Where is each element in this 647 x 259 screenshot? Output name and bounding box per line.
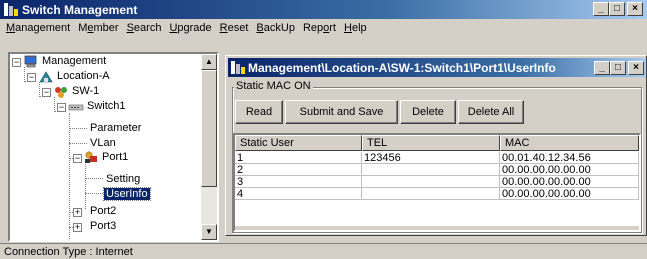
location-icon	[39, 71, 53, 83]
tree-item-switch1[interactable]: Switch1	[85, 99, 128, 114]
tree-connector	[39, 82, 40, 97]
switch-device-icon	[68, 104, 84, 111]
delete-button[interactable]: Delete	[400, 100, 456, 124]
tree-item-userinfo[interactable]: UserInfo	[103, 187, 151, 202]
main-window: Switch Management _ □ × Management Member…	[0, 0, 647, 259]
device-tree[interactable]: − Management − Location-A − SW-1 − Switc…	[8, 52, 219, 242]
tree-item-location-a[interactable]: Location-A	[55, 69, 112, 84]
tree-connector	[69, 128, 87, 129]
close-icon: ×	[633, 62, 639, 73]
computer-icon	[24, 55, 37, 68]
table-scrollbar[interactable]	[235, 225, 639, 230]
tree-item-sw-1[interactable]: SW-1	[70, 84, 101, 99]
cell-static-user[interactable]: 4	[235, 188, 362, 200]
cell-mac[interactable]: 00.00.00.00.00.00	[500, 188, 639, 200]
expand-toggle[interactable]: +	[73, 223, 82, 232]
menu-report[interactable]: Report	[299, 20, 340, 37]
scroll-up-button[interactable]: ▲	[201, 54, 217, 70]
cell-static-user[interactable]: 2	[235, 164, 362, 176]
minimize-button[interactable]: _	[593, 2, 609, 16]
title-bar[interactable]: Switch Management _ □ ×	[0, 0, 647, 19]
cell-mac[interactable]: 00.00.00.00.00.00	[500, 176, 639, 188]
userinfo-window: Management\Location-A\SW-1:Switch1\Port1…	[225, 55, 647, 236]
menu-bar: Management Member Search Upgrade Reset BackUp…	[0, 19, 647, 38]
read-button[interactable]: Read	[235, 100, 283, 124]
cell-mac[interactable]: 00.00.00.00.00.00	[500, 164, 639, 176]
tree-content: − Management − Location-A − SW-1 − Switc…	[10, 54, 202, 240]
column-header-static-user[interactable]: Static User	[235, 135, 362, 151]
column-header-mac[interactable]: MAC	[500, 135, 639, 151]
cell-mac[interactable]: 00.01.40.12.34.56	[500, 152, 639, 164]
tree-connector	[85, 178, 103, 179]
expand-toggle[interactable]: +	[73, 208, 82, 217]
cell-tel[interactable]	[362, 176, 500, 188]
tree-scrollbar[interactable]: ▲ ▼	[201, 54, 217, 240]
delete-all-button[interactable]: Delete All	[458, 100, 524, 124]
arrow-up-icon: ▲	[205, 57, 213, 66]
cell-tel[interactable]	[362, 164, 500, 176]
tree-connector	[69, 113, 70, 239]
window-title: Switch Management	[22, 3, 138, 17]
connection-type-text: Connection Type : Internet	[4, 246, 133, 258]
tree-connector	[85, 193, 103, 194]
child-maximize-button[interactable]: □	[610, 61, 626, 75]
scroll-thumb[interactable]	[201, 70, 217, 187]
menu-reset[interactable]: Reset	[216, 20, 253, 37]
menu-search[interactable]: Search	[123, 20, 166, 37]
maximize-icon: □	[613, 3, 621, 14]
cell-tel[interactable]	[362, 188, 500, 200]
menu-member[interactable]: Member	[74, 20, 122, 37]
app-icon	[4, 3, 18, 16]
cell-static-user[interactable]: 3	[235, 176, 362, 188]
group-label: Static MAC ON	[234, 80, 313, 92]
user-info-table[interactable]: Static User TEL MAC 1 123456 00.01.40.12…	[233, 133, 641, 232]
scroll-down-button[interactable]: ▼	[201, 224, 217, 240]
collapse-toggle[interactable]: −	[42, 88, 51, 97]
maximize-button[interactable]: □	[609, 2, 625, 16]
tree-item-port2[interactable]: Port2	[88, 204, 118, 219]
tree-connector	[85, 164, 86, 209]
collapse-toggle[interactable]: −	[57, 103, 66, 112]
tree-connector	[54, 97, 55, 112]
menu-management[interactable]: Management	[2, 20, 74, 37]
cell-static-user[interactable]: 1	[235, 152, 362, 164]
close-button[interactable]: ×	[627, 2, 643, 16]
collapse-toggle[interactable]: −	[27, 73, 36, 82]
child-close-button[interactable]: ×	[628, 61, 644, 75]
tree-item-management[interactable]: Management	[40, 54, 108, 69]
child-title-bar[interactable]: Management\Location-A\SW-1:Switch1\Port1…	[228, 58, 646, 77]
close-icon: ×	[632, 3, 638, 14]
tree-item-setting[interactable]: Setting	[104, 172, 142, 187]
app-icon	[231, 61, 245, 74]
menu-help[interactable]: Help	[340, 20, 371, 37]
child-window-title: Management\Location-A\SW-1:Switch1\Port1…	[248, 61, 556, 75]
tree-connector	[24, 67, 25, 82]
collapse-toggle[interactable]: −	[73, 154, 82, 163]
minimize-icon: _	[599, 62, 605, 73]
cell-tel[interactable]: 123456	[362, 152, 500, 164]
column-header-tel[interactable]: TEL	[362, 135, 500, 151]
switch-group-icon	[55, 87, 67, 98]
child-minimize-button[interactable]: _	[594, 61, 610, 75]
tree-connector	[69, 143, 87, 144]
tree-item-vlan[interactable]: VLan	[88, 136, 118, 151]
collapse-toggle[interactable]: −	[12, 58, 21, 67]
port-icon	[85, 151, 97, 163]
menu-backup[interactable]: BackUp	[252, 20, 299, 37]
tree-item-parameter[interactable]: Parameter	[88, 121, 143, 136]
menu-upgrade[interactable]: Upgrade	[165, 20, 215, 37]
arrow-down-icon: ▼	[205, 227, 213, 236]
minimize-icon: _	[598, 3, 604, 14]
status-bar: Connection Type : Internet	[0, 243, 647, 259]
tree-item-port1[interactable]: Port1	[100, 150, 130, 165]
submit-and-save-button[interactable]: Submit and Save	[285, 100, 398, 124]
tree-item-port3[interactable]: Port3	[88, 219, 118, 234]
maximize-icon: □	[614, 62, 622, 73]
